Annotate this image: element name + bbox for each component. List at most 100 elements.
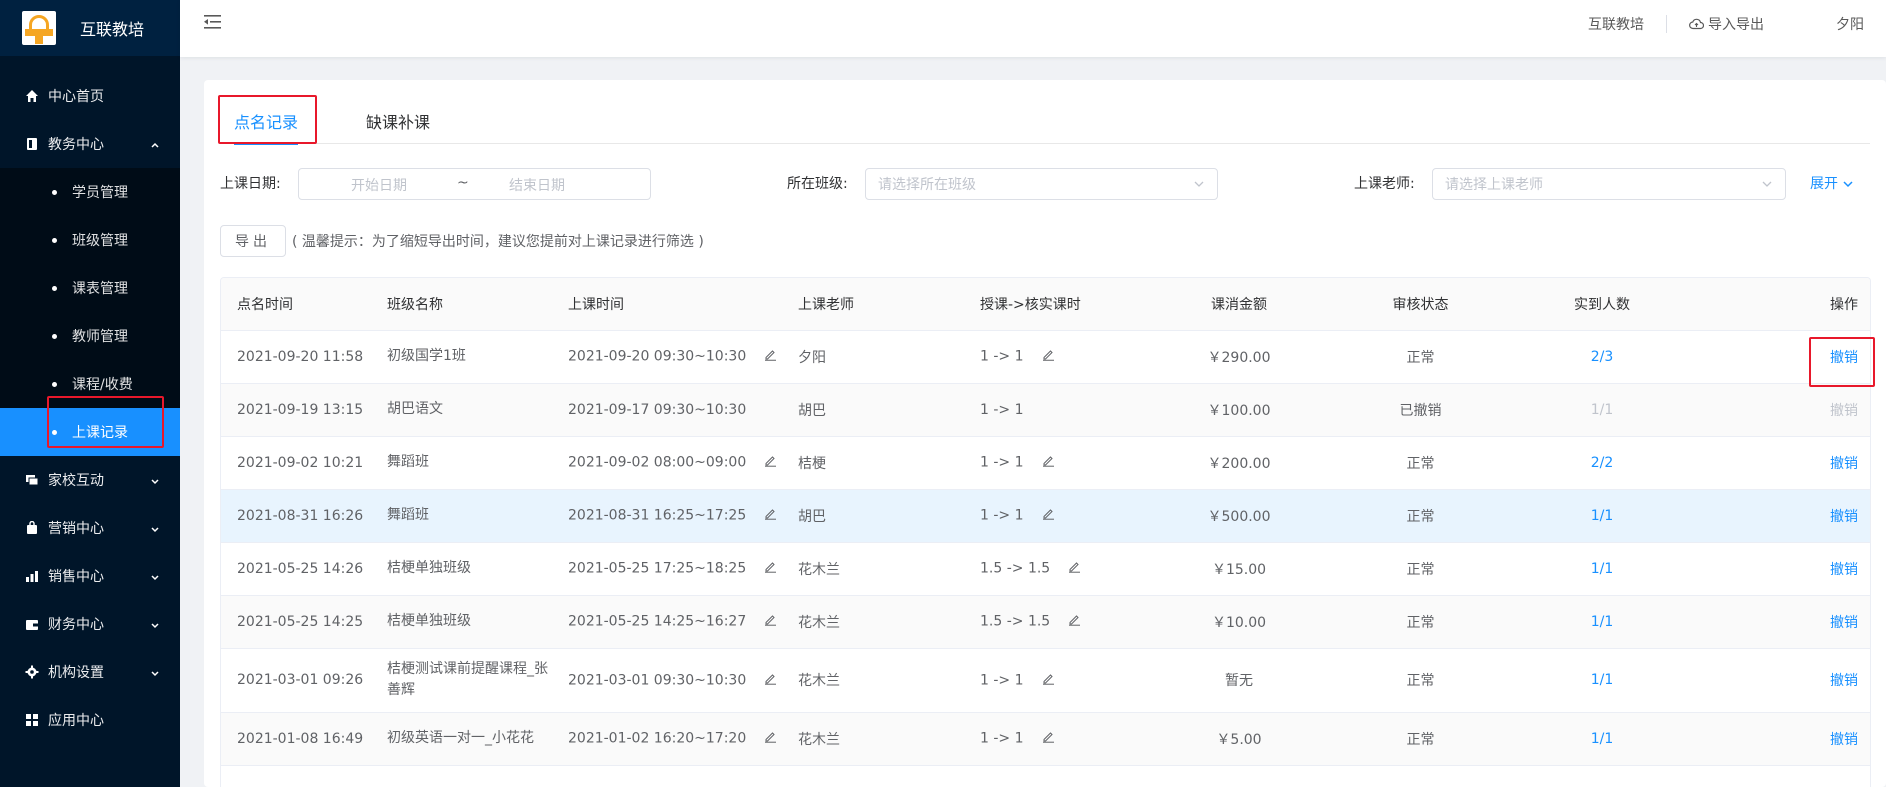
sidebar-item-academic[interactable]: 教务中心: [0, 120, 180, 168]
chat-icon: [24, 472, 40, 488]
sidebar-item-marketing[interactable]: 营销中心: [0, 504, 180, 552]
cell-attendance: 1/1: [1527, 489, 1677, 543]
chevron-down-icon: [150, 666, 160, 682]
chevron-up-icon: [150, 138, 160, 154]
edit-session-icon[interactable]: [764, 348, 777, 365]
edit-session-icon[interactable]: [764, 672, 777, 689]
attendance-link[interactable]: 2/3: [1591, 349, 1614, 365]
sidebar-item-teachers[interactable]: 教师管理: [0, 312, 180, 360]
chevron-down-icon: [150, 522, 160, 538]
export-button[interactable]: 导出: [220, 225, 286, 257]
edit-hours-icon[interactable]: [1042, 454, 1055, 471]
edit-session-icon[interactable]: [764, 560, 777, 577]
sidebar-item-students[interactable]: 学员管理: [0, 168, 180, 216]
col-teacher: 上课老师: [782, 278, 964, 331]
cell-status: 正常: [1314, 489, 1527, 543]
col-amount: 课消金额: [1164, 278, 1314, 331]
edit-hours-icon[interactable]: [1068, 560, 1081, 577]
sidebar-item-settings[interactable]: 机构设置: [0, 648, 180, 696]
cell-status: 正常: [1314, 712, 1527, 766]
cell-teacher: 花木兰: [782, 712, 964, 766]
cell-amount: 暂无: [1164, 648, 1314, 713]
teacher-select[interactable]: 请选择上课老师: [1432, 168, 1786, 200]
edit-hours-icon[interactable]: [1042, 348, 1055, 365]
import-export-button[interactable]: 导入导出: [1667, 14, 1786, 34]
revoke-button[interactable]: 撤销: [1830, 732, 1858, 748]
tab-roll-call-records[interactable]: 点名记录: [220, 98, 312, 145]
cell-hours: 1 -> 1: [964, 436, 1164, 490]
col-class-name: 班级名称: [371, 278, 552, 331]
cell-hours: 1 -> 1: [964, 489, 1164, 543]
cloud-icon: [1689, 18, 1704, 30]
sidebar-item-schedule[interactable]: 课表管理: [0, 264, 180, 312]
cell-attendance: 2/3: [1527, 330, 1677, 384]
table-row: 2021-05-25 14:25 桔梗单独班级 2021-05-25 14:25~1…: [221, 595, 1870, 649]
cell-session-time: 2021-03-01 09:30~10:30: [552, 648, 782, 713]
range-separator: ~: [457, 175, 469, 191]
table-row: 2021-09-20 11:58 初级国学1班 2021-09-20 09:30~1…: [221, 330, 1870, 384]
class-select[interactable]: 请选择所在班级: [865, 168, 1218, 200]
cell-class-name: 初级国学1班: [371, 330, 552, 384]
sidebar: 互联教培 中心首页 教务中心 学员管理 班级管理 课表管理 教师管理 课程/收费…: [0, 0, 180, 787]
start-date-input[interactable]: 开始日期: [351, 175, 407, 195]
cell-actions: 撤销: [1677, 648, 1870, 713]
header-actions: 互联教培 导入导出 夕阳: [1566, 0, 1886, 48]
attendance-link[interactable]: 1/1: [1591, 731, 1614, 747]
cell-class-name: 胡巴语文: [371, 383, 552, 437]
edit-session-icon[interactable]: [764, 613, 777, 630]
attendance-link[interactable]: 1/1: [1591, 672, 1614, 688]
revoke-button[interactable]: 撤销: [1830, 509, 1858, 525]
revoke-button[interactable]: 撤销: [1830, 456, 1858, 472]
sidebar-item-apps[interactable]: 应用中心: [0, 696, 180, 744]
sidebar-item-home-school[interactable]: 家校互动: [0, 456, 180, 504]
revoke-button[interactable]: 撤销: [1830, 350, 1858, 366]
cell-class-name: 桔梗测试课前提醒课程_张善辉: [371, 648, 552, 713]
table-row: 2021-03-01 09:26 桔梗测试课前提醒课程_张善辉 2021-03-01…: [221, 648, 1870, 713]
sidebar-item-sales[interactable]: 销售中心: [0, 552, 180, 600]
edit-hours-icon[interactable]: [1068, 613, 1081, 630]
sidebar-item-class-records[interactable]: 上课记录: [0, 408, 180, 456]
cell-class-name: 舞蹈班: [371, 436, 552, 490]
revoke-button[interactable]: 撤销: [1830, 673, 1858, 689]
cell-roll-call-time: 2021-09-19 13:15: [221, 383, 371, 437]
date-range-picker[interactable]: 开始日期 ~ 结束日期: [298, 168, 651, 200]
expand-filters-button[interactable]: 展开: [1810, 168, 1854, 200]
cell-session-time: 2021-05-25 14:25~16:27: [552, 595, 782, 649]
chart-icon: [24, 568, 40, 584]
attendance-link[interactable]: 2/2: [1591, 455, 1614, 471]
col-actions: 操作: [1677, 278, 1870, 331]
attendance-link[interactable]: 1/1: [1591, 508, 1614, 524]
edit-session-icon[interactable]: [764, 730, 777, 747]
date-label: 上课日期:: [220, 176, 281, 192]
cell-session-time: 2021-09-20 09:30~10:30: [552, 330, 782, 384]
bullet-icon: [52, 382, 57, 387]
filter-bar: 上课日期: 开始日期 ~ 结束日期 所在班级: 请选择所在班级 上课老师: 请选…: [220, 168, 1870, 200]
revoke-button[interactable]: 撤销: [1830, 615, 1858, 631]
attendance-link[interactable]: 1/1: [1591, 614, 1614, 630]
revoke-button[interactable]: 撤销: [1830, 562, 1858, 578]
cell-hours: 1.5 -> 1.5: [964, 595, 1164, 649]
cell-roll-call-time: 2021-08-31 16:26: [221, 489, 371, 543]
attendance-link: 1/1: [1590, 401, 1614, 418]
attendance-link[interactable]: 1/1: [1591, 561, 1614, 577]
tab-makeup-classes[interactable]: 缺课补课: [352, 98, 444, 144]
sidebar-item-finance[interactable]: 财务中心: [0, 600, 180, 648]
chevron-down-icon: [1193, 178, 1205, 194]
user-name[interactable]: 夕阳: [1786, 14, 1886, 34]
cell-amount: ￥5.00: [1164, 712, 1314, 766]
sidebar-item-home[interactable]: 中心首页: [0, 72, 180, 120]
edit-hours-icon[interactable]: [1042, 507, 1055, 524]
org-name[interactable]: 互联教培: [1566, 14, 1666, 34]
sidebar-item-classes[interactable]: 班级管理: [0, 216, 180, 264]
edit-hours-icon[interactable]: [1042, 730, 1055, 747]
cell-actions: 撤销: [1677, 330, 1870, 384]
sidebar-item-courses[interactable]: 课程/收费: [0, 360, 180, 408]
cell-actions: 撤销: [1677, 489, 1870, 543]
menu-fold-icon[interactable]: [204, 14, 222, 34]
table-row: 2021-09-02 10:21 舞蹈班 2021-09-02 08:00~09:0…: [221, 436, 1870, 490]
edit-session-icon[interactable]: [764, 507, 777, 524]
end-date-input[interactable]: 结束日期: [509, 175, 565, 195]
edit-session-icon[interactable]: [764, 454, 777, 471]
cell-attendance: 1/1: [1527, 712, 1677, 766]
edit-hours-icon[interactable]: [1042, 672, 1055, 689]
